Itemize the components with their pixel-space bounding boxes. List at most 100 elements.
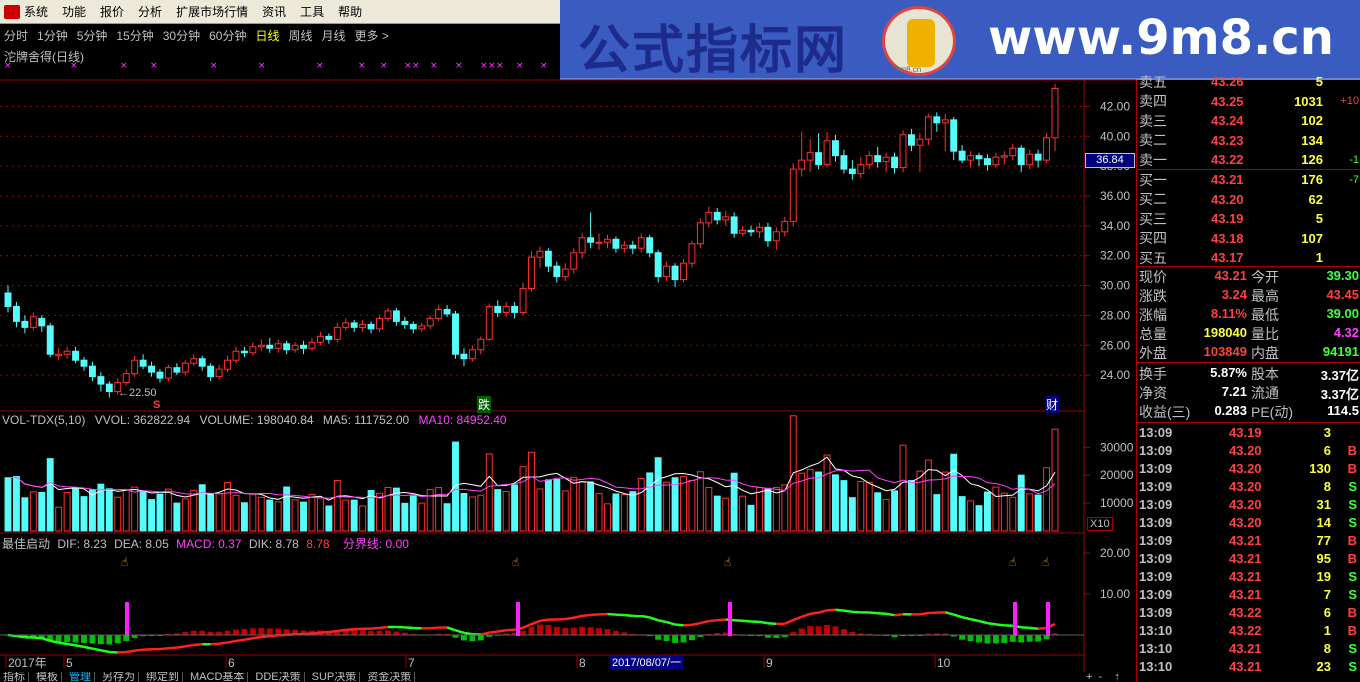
candle-body bbox=[181, 362, 189, 373]
candle-body bbox=[342, 322, 350, 328]
dif-line-segment bbox=[742, 619, 752, 623]
volume-bar bbox=[924, 459, 932, 532]
candle-body bbox=[249, 346, 257, 354]
tab-manage[interactable]: 管理 bbox=[66, 672, 95, 682]
dif-line-segment bbox=[953, 613, 963, 619]
candle-body bbox=[823, 140, 831, 166]
stat-row: 外盘 103849 内盘 94191 bbox=[1139, 343, 1360, 362]
bid-row[interactable]: 买四 43.18 107 bbox=[1139, 229, 1360, 248]
date-label: 9 bbox=[766, 656, 773, 670]
tick-volume: 8 bbox=[1323, 641, 1331, 656]
trade-tick-row: 13:10 43.21 23 S bbox=[1139, 659, 1360, 677]
candle-body bbox=[570, 252, 578, 270]
ask-row[interactable]: 卖三 43.24 102 bbox=[1139, 111, 1360, 130]
bid-row[interactable]: 买五 43.17 1 bbox=[1139, 248, 1360, 267]
stat-label: 今开 bbox=[1251, 269, 1279, 285]
level-volume: 126 bbox=[1301, 152, 1323, 167]
date-label: 2017年 bbox=[8, 656, 47, 670]
dif-line-segment bbox=[826, 608, 836, 612]
macd-histogram-bar bbox=[807, 626, 814, 635]
tab-save-as[interactable]: 另存为 bbox=[99, 672, 139, 682]
candle-body bbox=[950, 119, 958, 152]
trade-tick-row: 13:09 43.21 19 S bbox=[1139, 569, 1360, 587]
stat-label: 股本 bbox=[1251, 366, 1279, 382]
tab-dde[interactable]: DDE决策 bbox=[252, 672, 305, 682]
macd-histogram-bar bbox=[393, 631, 400, 635]
level-price: 43.21 bbox=[1211, 172, 1244, 187]
candle-body bbox=[283, 343, 291, 351]
tick-time: 13:09 bbox=[1139, 533, 1173, 548]
volume-bar bbox=[975, 505, 983, 532]
tick-side: S bbox=[1348, 497, 1357, 512]
tab-sup[interactable]: SUP决策 bbox=[309, 672, 361, 682]
volume-bar bbox=[882, 498, 890, 532]
candle-body bbox=[561, 268, 569, 278]
macd-tick-label: 20.00 bbox=[1100, 546, 1130, 560]
dif-line-segment bbox=[33, 636, 42, 640]
stat-value: 94191 bbox=[1322, 344, 1359, 359]
dif-line-segment bbox=[210, 642, 220, 646]
volume-bar bbox=[443, 503, 451, 532]
tick-price: 43.19 bbox=[1229, 425, 1262, 440]
candle-body bbox=[350, 322, 358, 328]
volume-bar bbox=[772, 486, 780, 532]
kline-chart[interactable]: ×××××××××××××××××× 42.0040.0038.0036.003… bbox=[0, 0, 1136, 672]
level-volume: 1031 bbox=[1294, 93, 1323, 109]
tab-bind-to[interactable]: 绑定到 bbox=[143, 672, 183, 682]
macd-histogram-bar bbox=[579, 626, 586, 635]
dif-line-segment bbox=[565, 616, 574, 621]
low-price-label: ←22.50 bbox=[118, 387, 157, 399]
macd-histogram-bar bbox=[55, 635, 62, 642]
stat-label: 量比 bbox=[1251, 326, 1279, 342]
macd-histogram-bar bbox=[477, 635, 484, 641]
dif-line-segment bbox=[809, 611, 819, 616]
tab-indicator[interactable]: 指标 bbox=[0, 672, 29, 682]
stat-label: 净资 bbox=[1139, 385, 1167, 401]
dif-line-segment bbox=[328, 629, 338, 634]
macd-histogram-bar bbox=[976, 635, 982, 643]
ask-row[interactable]: 卖二 43.23 134 bbox=[1139, 131, 1360, 150]
ask-row[interactable]: 卖五 43.26 5 bbox=[1139, 72, 1360, 91]
vol-tick-label: 10000 bbox=[1100, 496, 1134, 510]
x-marker: × bbox=[488, 61, 496, 71]
candle-body bbox=[882, 156, 890, 163]
candle-body bbox=[4, 292, 12, 307]
dif-line-segment bbox=[446, 626, 456, 632]
volume-bar bbox=[249, 493, 257, 532]
volume-bar bbox=[164, 488, 172, 532]
candle-body bbox=[333, 326, 341, 340]
x-marker: × bbox=[70, 61, 78, 71]
zoom-controls[interactable]: + - ↑ bbox=[1086, 672, 1136, 682]
candle-body bbox=[967, 155, 975, 161]
candle-body bbox=[131, 359, 139, 375]
dif-line-segment bbox=[463, 631, 473, 636]
tab-template[interactable]: 模板 bbox=[33, 672, 62, 682]
candle-body bbox=[806, 152, 814, 161]
candle-body bbox=[80, 359, 88, 367]
ask-row[interactable]: 卖四 43.25 1031 +10 bbox=[1139, 92, 1360, 111]
volume-bar bbox=[72, 488, 80, 532]
dif-line-segment bbox=[489, 630, 498, 634]
bid-row[interactable]: 买二 43.20 62 bbox=[1139, 190, 1360, 209]
level-volume: 5 bbox=[1315, 74, 1323, 89]
volume-bar bbox=[840, 480, 848, 532]
candle-body bbox=[544, 250, 552, 267]
x-marker: × bbox=[430, 61, 438, 71]
tick-volume: 1 bbox=[1323, 623, 1331, 638]
bid-row[interactable]: 买三 43.19 5 bbox=[1139, 209, 1360, 228]
candle-body bbox=[21, 320, 29, 328]
ask-row[interactable]: 卖一 43.22 126 -1 bbox=[1139, 150, 1360, 169]
level-volume: 176 bbox=[1301, 172, 1323, 187]
tab-fund[interactable]: 资金决策 bbox=[364, 672, 416, 682]
stat-label: 总量 bbox=[1139, 326, 1167, 342]
level-label: 买一 bbox=[1139, 171, 1167, 188]
bid-row[interactable]: 买一 43.21 176 -7 bbox=[1139, 170, 1360, 189]
candle-body bbox=[401, 320, 409, 325]
level-change: -7 bbox=[1349, 173, 1359, 186]
tab-macd-basic[interactable]: MACD基本 bbox=[187, 672, 249, 682]
candle-body bbox=[983, 158, 991, 166]
stat-row: 涨幅 8.11% 最低 39.00 bbox=[1139, 305, 1360, 324]
macd-histogram-bar bbox=[233, 629, 239, 635]
volume-bar bbox=[570, 476, 578, 532]
volume-bar bbox=[696, 471, 704, 532]
